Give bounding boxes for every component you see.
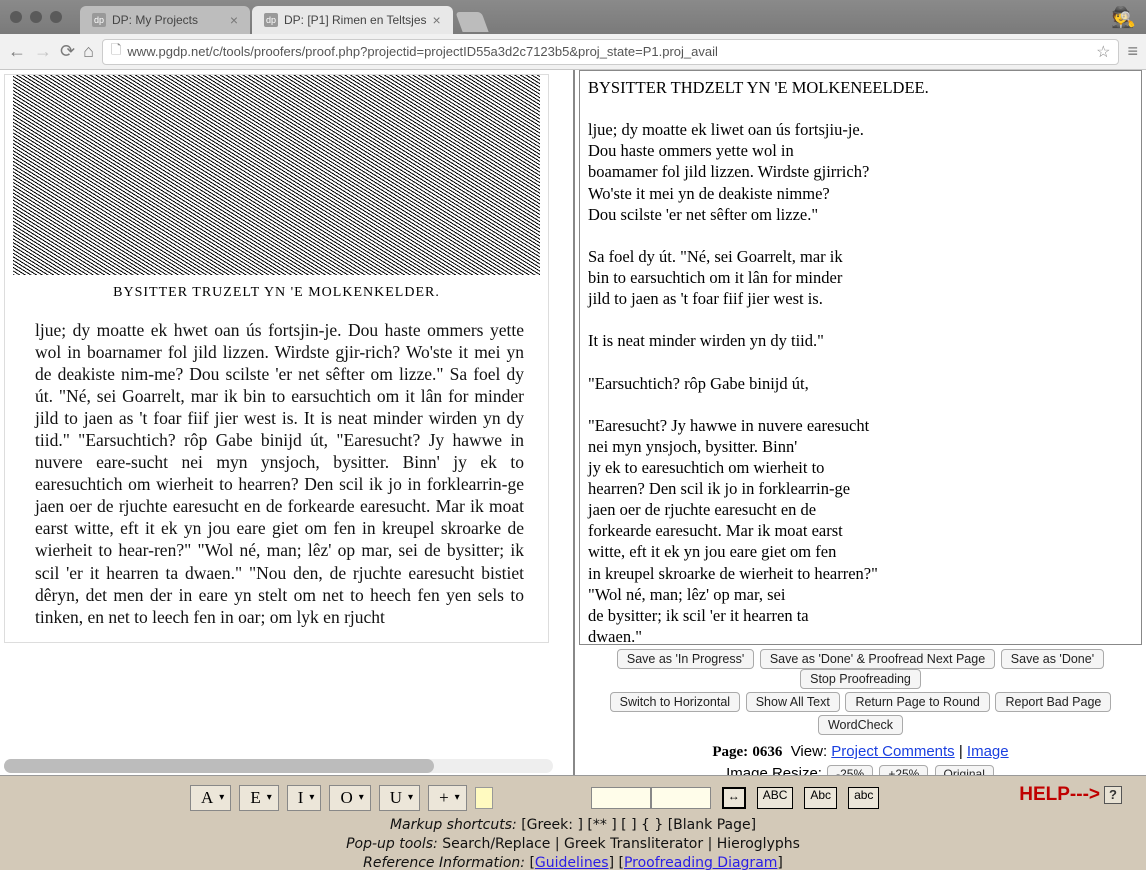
popup-items[interactable]: Search/Replace | Greek Transliterator | … bbox=[442, 836, 800, 852]
tab-title: DP: [P1] Rimen en Teltsjes bbox=[284, 13, 427, 27]
titlecase-button[interactable]: Abc bbox=[804, 787, 837, 809]
save-in-progress-button[interactable]: Save as 'In Progress' bbox=[617, 649, 754, 669]
editor-pane: BYSITTER THDZELT YN 'E MOLKENEELDEE. lju… bbox=[575, 70, 1146, 775]
menu-button[interactable]: ≡ bbox=[1127, 41, 1138, 62]
close-window-icon[interactable] bbox=[10, 11, 22, 23]
project-comments-link[interactable]: Project Comments bbox=[831, 743, 954, 760]
back-button[interactable]: ← bbox=[8, 41, 26, 62]
page-number: 0636 bbox=[752, 744, 782, 760]
resize-label: Image Resize: bbox=[726, 765, 822, 775]
site-identity-icon: 🗋 bbox=[111, 41, 121, 63]
char-select-plus[interactable]: +▾ bbox=[428, 785, 467, 811]
chevron-down-icon: ▾ bbox=[359, 793, 364, 803]
zoom-original-button[interactable]: Original bbox=[935, 765, 994, 775]
browser-tab-2[interactable]: dp DP: [P1] Rimen en Teltsjes × bbox=[252, 6, 453, 34]
url-text: www.pgdp.net/c/tools/proofers/proof.php?… bbox=[127, 44, 717, 59]
save-done-button[interactable]: Save as 'Done' bbox=[1001, 649, 1104, 669]
save-done-next-button[interactable]: Save as 'Done' & Proofread Next Page bbox=[760, 649, 995, 669]
char-select-U[interactable]: U▾ bbox=[379, 785, 420, 811]
home-button[interactable]: ⌂ bbox=[83, 41, 94, 62]
favicon-icon: dp bbox=[92, 13, 106, 27]
scan-pane: BYSITTER TRUZELT YN 'E MOLKENKELDER. lju… bbox=[0, 70, 575, 775]
diagram-link[interactable]: Proofreading Diagram bbox=[624, 855, 777, 871]
return-page-button[interactable]: Return Page to Round bbox=[845, 692, 989, 712]
chevron-down-icon: ▾ bbox=[309, 793, 314, 803]
address-bar[interactable]: 🗋 www.pgdp.net/c/tools/proofers/proof.ph… bbox=[102, 39, 1120, 65]
popup-label: Pop-up tools: bbox=[346, 836, 438, 852]
guidelines-link[interactable]: Guidelines bbox=[535, 855, 609, 871]
illustration-caption: BYSITTER TRUZELT YN 'E MOLKENKELDER. bbox=[5, 275, 548, 319]
page-illustration bbox=[13, 75, 540, 275]
character-toolbar: A▾ E▾ I▾ O▾ U▾ +▾ ↔ ABC Abc abc HELP--->… bbox=[0, 775, 1146, 870]
markup-label: Markup shortcuts: bbox=[390, 817, 517, 833]
switch-horizontal-button[interactable]: Switch to Horizontal bbox=[610, 692, 740, 712]
char-select-A[interactable]: A▾ bbox=[190, 785, 231, 811]
stop-proofreading-button[interactable]: Stop Proofreading bbox=[800, 669, 921, 689]
forward-button: → bbox=[34, 41, 52, 62]
lowercase-button[interactable]: abc bbox=[848, 787, 879, 809]
browser-tabstrip: dp DP: My Projects × dp DP: [P1] Rimen e… bbox=[0, 0, 1146, 34]
chevron-down-icon: ▾ bbox=[408, 793, 413, 803]
zoom-out-button[interactable]: -25% bbox=[827, 765, 873, 775]
zoom-window-icon[interactable] bbox=[50, 11, 62, 23]
char-select-I[interactable]: I▾ bbox=[287, 785, 322, 811]
chevron-down-icon: ▾ bbox=[219, 793, 224, 803]
page-label: Page: bbox=[712, 744, 748, 760]
close-icon[interactable]: × bbox=[433, 12, 441, 28]
minimize-window-icon[interactable] bbox=[30, 11, 42, 23]
view-label: View: bbox=[791, 743, 827, 760]
separator: | bbox=[959, 743, 967, 760]
proofreading-textarea[interactable]: BYSITTER THDZELT YN 'E MOLKENEELDEE. lju… bbox=[579, 70, 1142, 645]
replace-input[interactable] bbox=[651, 787, 711, 809]
report-bad-page-button[interactable]: Report Bad Page bbox=[995, 692, 1111, 712]
favicon-icon: dp bbox=[264, 13, 278, 27]
image-link[interactable]: Image bbox=[967, 743, 1009, 760]
help-link[interactable]: HELP--->? bbox=[1019, 784, 1122, 806]
uppercase-button[interactable]: ABC bbox=[757, 787, 794, 809]
wordcheck-button[interactable]: WordCheck bbox=[818, 715, 903, 735]
help-icon: ? bbox=[1104, 786, 1122, 804]
scanned-text: ljue; dy moatte ek hwet oan ús fortsjin-… bbox=[5, 319, 548, 642]
reference-label: Reference Information: bbox=[363, 855, 525, 871]
close-icon[interactable]: × bbox=[230, 12, 238, 28]
char-select-O[interactable]: O▾ bbox=[329, 785, 370, 811]
highlight-swatch[interactable] bbox=[475, 787, 493, 809]
reload-button[interactable]: ⟳ bbox=[60, 41, 75, 62]
horizontal-scrollbar[interactable] bbox=[4, 759, 553, 773]
browser-tab-1[interactable]: dp DP: My Projects × bbox=[80, 6, 250, 34]
markup-items[interactable]: [Greek: ] [** ] [ ] { } [Blank Page] bbox=[521, 817, 756, 833]
page-info: Page: 0636 View: Project Comments | Imag… bbox=[579, 743, 1142, 761]
chevron-down-icon: ▾ bbox=[267, 793, 272, 803]
incognito-icon: 🕵 bbox=[1111, 5, 1136, 30]
new-tab-button[interactable] bbox=[455, 12, 488, 32]
swap-button[interactable]: ↔ bbox=[722, 787, 746, 809]
bookmark-star-icon[interactable]: ☆ bbox=[1096, 42, 1110, 62]
find-input[interactable] bbox=[591, 787, 651, 809]
tab-title: DP: My Projects bbox=[112, 13, 198, 27]
action-buttons: Save as 'In Progress' Save as 'Done' & P… bbox=[579, 645, 1142, 738]
show-all-text-button[interactable]: Show All Text bbox=[746, 692, 840, 712]
chevron-down-icon: ▾ bbox=[455, 793, 460, 803]
browser-toolbar: ← → ⟳ ⌂ 🗋 www.pgdp.net/c/tools/proofers/… bbox=[0, 34, 1146, 70]
zoom-in-button[interactable]: +25% bbox=[879, 765, 928, 775]
window-controls bbox=[10, 11, 62, 23]
char-select-E[interactable]: E▾ bbox=[239, 785, 278, 811]
